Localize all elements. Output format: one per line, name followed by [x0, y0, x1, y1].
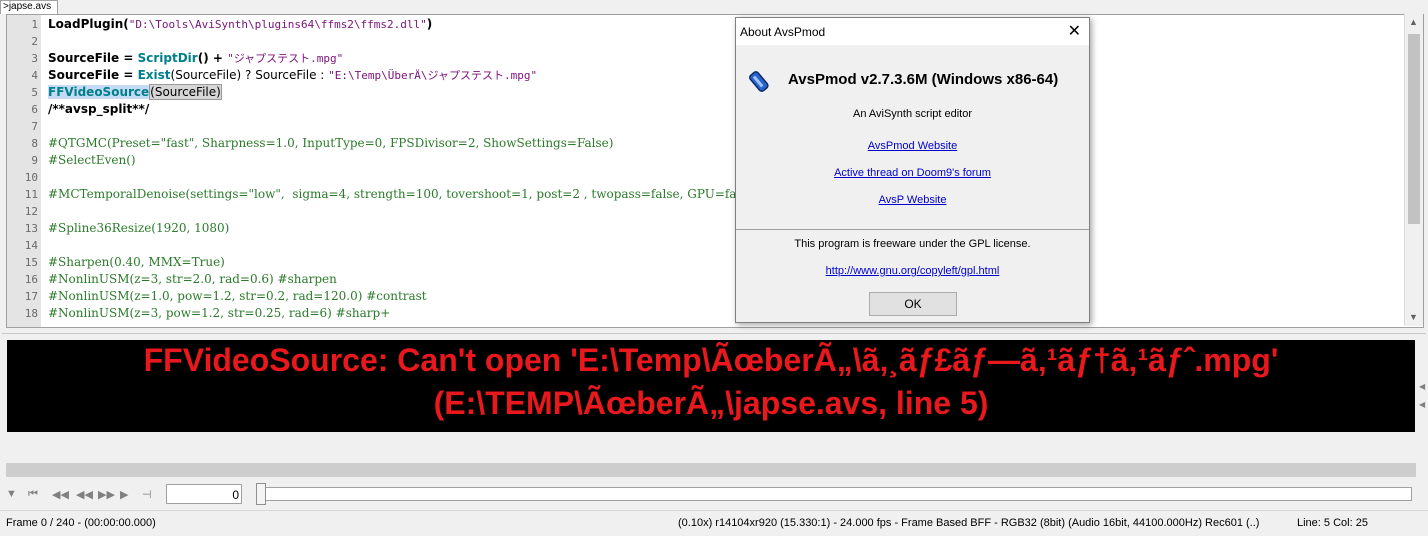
- code-line-13: #Spline36Resize(1920, 1080): [48, 221, 230, 235]
- line-number: 15: [24, 256, 38, 269]
- doom9-forum-link[interactable]: Active thread on Doom9's forum: [736, 167, 1089, 179]
- timeline-slider-thumb[interactable]: [256, 483, 266, 505]
- code-string: "D:\Tools\AviSynth\plugins64\ffms2\ffms2…: [128, 18, 427, 31]
- preview-scroll-down-icon[interactable]: ◀: [1419, 400, 1425, 409]
- next-frame-icon[interactable]: ▶▶: [98, 488, 115, 501]
- line-number: 17: [24, 290, 38, 303]
- line-number: 9: [31, 154, 38, 167]
- code-line-16: #NonlinUSM(z=3, str=2.0, rad=0.6) #sharp…: [48, 272, 337, 286]
- error-message-line2: (E:\TEMP\ÃœberÃ„\japse.avs, line 5): [433, 385, 989, 421]
- editor-vertical-scrollbar[interactable]: ▲ ▼: [1404, 14, 1423, 326]
- avspmod-logo-icon: [748, 68, 774, 97]
- line-number: 1: [31, 18, 38, 31]
- dialog-subtitle: An AviSynth script editor: [852, 108, 973, 120]
- code-line-3: SourceFile = ScriptDir() + "ジャプステスト.mpg": [48, 50, 343, 67]
- line-number: 11: [24, 188, 38, 201]
- code-token: ? SourceFile :: [241, 68, 329, 82]
- frame-number-input[interactable]: 0: [166, 484, 242, 504]
- script-editor[interactable]: 1 2 3 4 5 6 7 8 9 10 11 12 13 14 15 16 1…: [6, 14, 1424, 328]
- gpl-license-link[interactable]: http://www.gnu.org/copyleft/gpl.html: [736, 265, 1089, 277]
- splitter[interactable]: [2, 333, 1426, 334]
- license-text: This program is freeware under the GPL l…: [794, 238, 1031, 250]
- code-line-17: #NonlinUSM(z=1.0, pow=1.2, str=0.2, rad=…: [48, 289, 427, 303]
- dialog-title: About AvsPmod: [740, 25, 826, 39]
- tab-bar: >japse.avs: [0, 0, 1428, 14]
- scrollbar-thumb[interactable]: [1408, 34, 1420, 224]
- code-line-18: #NonlinUSM(z=3, pow=1.2, str=0.25, rad=6…: [48, 306, 391, 320]
- step-back-icon[interactable]: ◀◀: [52, 488, 69, 501]
- dialog-divider: [736, 229, 1089, 230]
- code-line-5: FFVideoSource(SourceFile): [48, 84, 222, 101]
- code-line-8: #QTGMC(Preset="fast", Sharpness=1.0, Inp…: [48, 136, 614, 150]
- code-token: SourceFile: [48, 68, 120, 82]
- preview-horizontal-scrollbar[interactable]: [6, 463, 1416, 477]
- code-function: ScriptDir: [137, 51, 198, 65]
- dialog-heading: AvsPmod v2.7.3.6M (Windows x86-64): [788, 71, 1059, 88]
- code-function: Exist: [137, 68, 171, 82]
- status-frame: Frame 0 / 240 - (00:00:00.000): [6, 517, 156, 529]
- code-token: (SourceFile): [170, 68, 242, 82]
- code-line-9: #SelectEven(): [48, 153, 136, 167]
- line-number: 10: [24, 171, 38, 184]
- code-line-6: /**avsp_split**/: [48, 102, 150, 116]
- code-token: =: [119, 68, 138, 82]
- code-function-selected: FFVideoSource: [48, 85, 150, 99]
- line-number: 6: [31, 103, 38, 116]
- code-token: SourceFile: [48, 51, 120, 65]
- timeline-slider[interactable]: [260, 487, 1412, 501]
- status-cursor-position: Line: 5 Col: 25: [1297, 517, 1368, 529]
- code-token: () +: [197, 51, 228, 65]
- line-number: 5: [31, 86, 38, 99]
- code-token: LoadPlugin: [48, 17, 124, 31]
- line-number: 12: [24, 205, 38, 218]
- status-video-info: (0.10x) r14104xr920 (15.330:1) - 24.000 …: [678, 517, 1260, 529]
- play-icon[interactable]: ▶: [120, 488, 128, 501]
- code-token-highlight: (SourceFile): [149, 84, 222, 100]
- scroll-up-icon[interactable]: ▲: [1409, 17, 1418, 27]
- jump-frame-icon[interactable]: ⊣: [142, 488, 152, 501]
- avsp-website-link[interactable]: AvsP Website: [736, 194, 1089, 206]
- line-number: 14: [24, 239, 38, 252]
- preview-scroll-up-icon[interactable]: ◀: [1419, 382, 1425, 391]
- line-number-gutter: 1 2 3 4 5 6 7 8 9 10 11 12 13 14 15 16 1…: [7, 15, 41, 327]
- line-number: 7: [31, 120, 38, 133]
- scroll-down-icon[interactable]: ▼: [1409, 312, 1418, 322]
- ok-button[interactable]: OK: [869, 292, 957, 316]
- code-line-11: #MCTemporalDenoise(settings="low", sigma…: [48, 187, 759, 201]
- first-frame-icon[interactable]: ⏮: [28, 488, 38, 501]
- video-preview[interactable]: FFVideoSource: Can't open 'E:\Temp\Ãœber…: [7, 340, 1415, 432]
- dialog-title-bar: About AvsPmod ✕: [736, 18, 1089, 45]
- close-icon[interactable]: ✕: [1068, 21, 1081, 41]
- avspmod-website-link[interactable]: AvsPmod Website: [736, 140, 1089, 152]
- code-line-15: #Sharpen(0.40, MMX=True): [48, 255, 225, 269]
- code-string: "ジャプステスト.mpg": [227, 52, 344, 65]
- status-bar: Frame 0 / 240 - (00:00:00.000) (0.10x) r…: [0, 510, 1428, 536]
- about-dialog: About AvsPmod ✕ AvsPmod v2.7.3.6M (Windo…: [735, 17, 1090, 323]
- play-menu-icon[interactable]: ▼: [6, 488, 17, 500]
- line-number: 13: [24, 222, 38, 235]
- line-number: 4: [31, 69, 38, 82]
- code-string: "E:\Temp\ÜberÄ\ジャプステスト.mpg": [328, 69, 538, 82]
- line-number: 3: [31, 52, 38, 65]
- line-number: 8: [31, 137, 38, 150]
- code-token: =: [119, 51, 138, 65]
- tab-japse[interactable]: >japse.avs: [0, 0, 59, 14]
- line-number: 2: [31, 35, 38, 48]
- code-line-4: SourceFile = Exist(SourceFile) ? SourceF…: [48, 67, 537, 84]
- prev-frame-icon[interactable]: ◀◀: [76, 488, 93, 501]
- code-line-1: LoadPlugin("D:\Tools\AviSynth\plugins64\…: [48, 16, 432, 33]
- code-token: ): [426, 17, 433, 31]
- line-number: 16: [24, 273, 38, 286]
- error-message-line1: FFVideoSource: Can't open 'E:\Temp\Ãœber…: [143, 342, 1279, 378]
- line-number: 18: [24, 307, 38, 320]
